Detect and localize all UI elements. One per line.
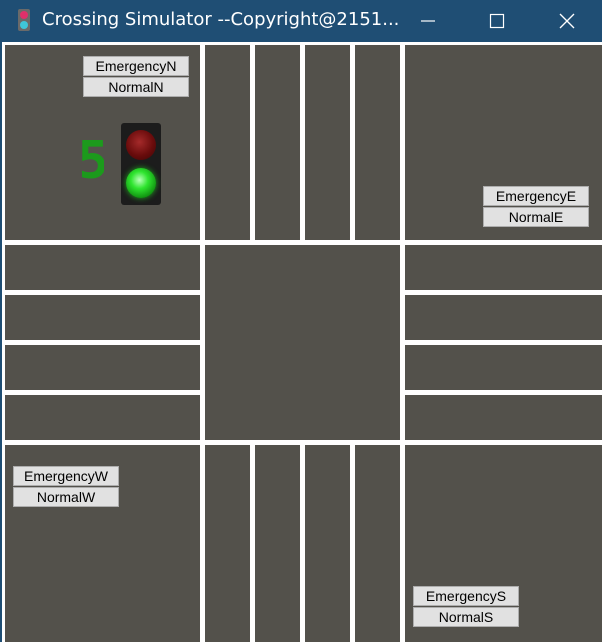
emergency-east-button[interactable]: EmergencyE — [483, 186, 589, 206]
emergency-north-button[interactable]: EmergencyN — [83, 56, 189, 76]
west-lane — [5, 295, 200, 340]
north-lane — [205, 45, 250, 240]
maximize-button[interactable] — [474, 0, 520, 42]
east-controls: EmergencyE NormalE — [483, 186, 589, 230]
green-light — [126, 168, 156, 198]
south-lane — [305, 445, 350, 642]
countdown-value: 5 — [82, 134, 104, 182]
minimize-icon — [421, 20, 435, 22]
red-light — [126, 130, 156, 160]
traffic-light — [121, 123, 161, 205]
normal-north-button[interactable]: NormalN — [83, 77, 189, 97]
crossing-canvas: EmergencyN NormalN 5 EmergencyE NormalE … — [2, 42, 602, 642]
north-lane — [305, 45, 350, 240]
west-controls: EmergencyW NormalW — [13, 466, 119, 510]
west-lane — [5, 395, 200, 440]
traffic-light-icon — [18, 9, 30, 31]
intersection-center — [205, 245, 400, 440]
east-lane — [405, 395, 602, 440]
title-bar: Crossing Simulator --Copyright@2151... — [0, 0, 602, 42]
south-controls: EmergencyS NormalS — [413, 586, 519, 630]
emergency-west-button[interactable]: EmergencyW — [13, 466, 119, 486]
east-lane — [405, 345, 602, 390]
east-lane — [405, 295, 602, 340]
countdown-display: 5 — [82, 134, 104, 182]
close-icon — [559, 13, 575, 29]
west-lane — [5, 345, 200, 390]
close-button[interactable] — [544, 0, 590, 42]
minimize-button[interactable] — [405, 0, 451, 42]
north-controls: EmergencyN NormalN — [83, 56, 189, 100]
east-lane — [405, 245, 602, 290]
normal-east-button[interactable]: NormalE — [483, 207, 589, 227]
south-lane — [255, 445, 300, 642]
window-title: Crossing Simulator --Copyright@2151... — [42, 9, 400, 30]
north-lane — [255, 45, 300, 240]
emergency-south-button[interactable]: EmergencyS — [413, 586, 519, 606]
south-lane — [355, 445, 400, 642]
north-lane — [355, 45, 400, 240]
west-lane — [5, 245, 200, 290]
maximize-icon — [489, 13, 505, 29]
normal-west-button[interactable]: NormalW — [13, 487, 119, 507]
normal-south-button[interactable]: NormalS — [413, 607, 519, 627]
south-lane — [205, 445, 250, 642]
